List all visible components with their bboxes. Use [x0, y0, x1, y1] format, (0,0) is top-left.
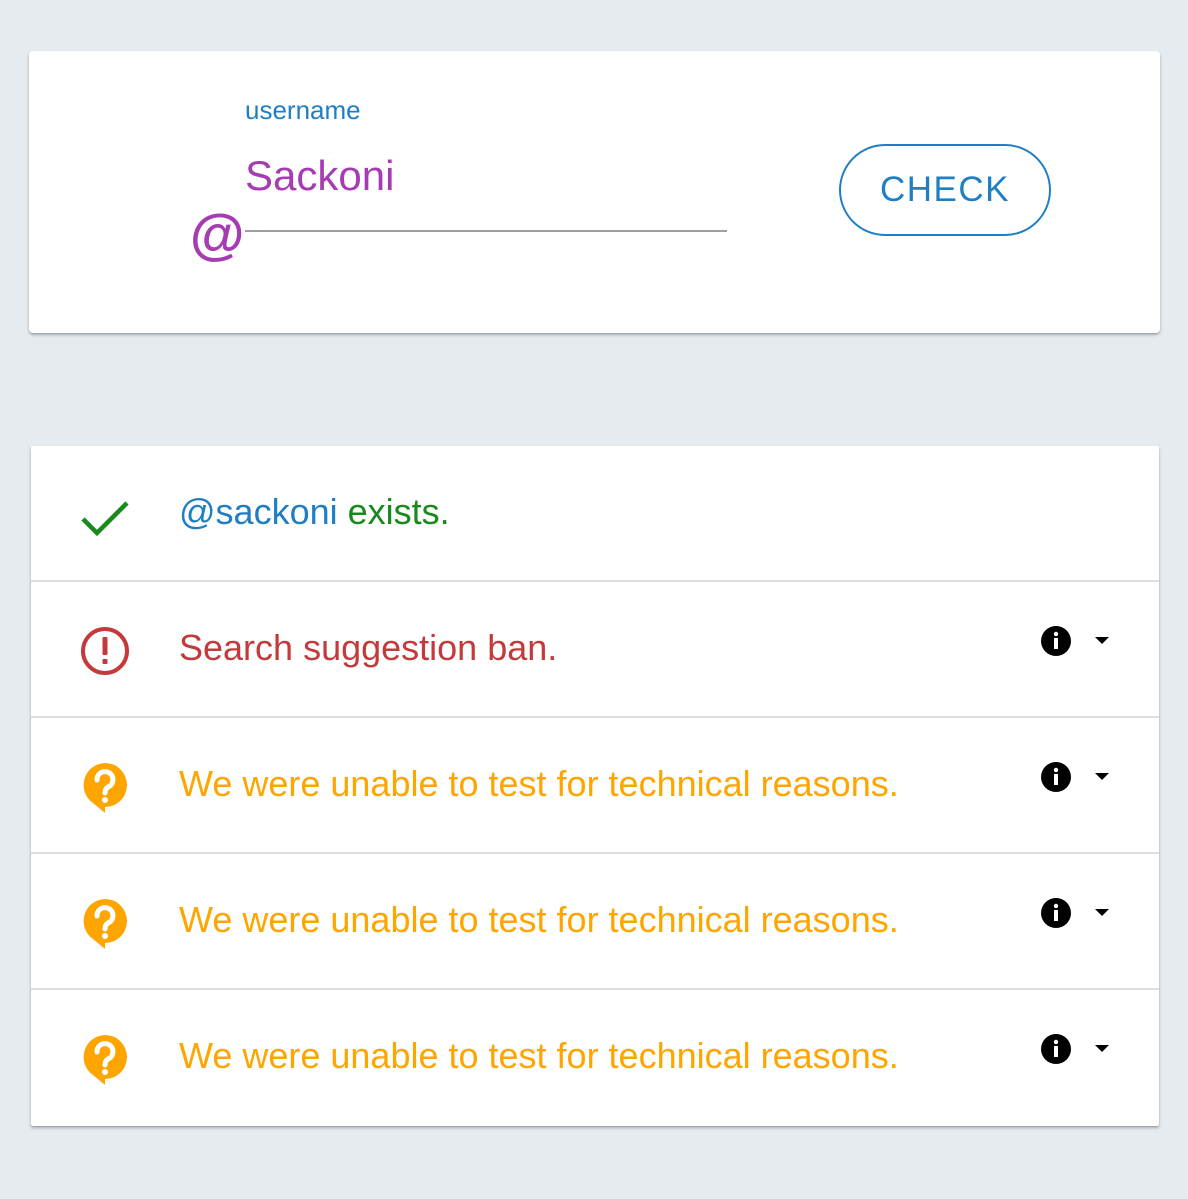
result-message: exists. — [337, 491, 450, 532]
checkmark-icon — [81, 501, 129, 537]
result-row-exists: @sackoni exists. — [31, 446, 1159, 582]
info-icon[interactable] — [1041, 626, 1071, 656]
alert-circle-icon — [81, 627, 129, 675]
results-card: @sackoni exists. Search suggestion ban. … — [31, 446, 1159, 1126]
result-text: Search suggestion ban. — [179, 627, 558, 668]
at-sign-icon: @ — [189, 203, 244, 266]
info-icon[interactable] — [1041, 1034, 1071, 1064]
question-bubble-icon — [83, 899, 127, 949]
result-handle: @sackoni — [179, 491, 338, 532]
result-text: We were unable to test for technical rea… — [179, 1035, 899, 1076]
username-search-card: @ username Sackoni CHECK — [29, 51, 1160, 333]
username-field-label: username — [245, 95, 361, 125]
result-row-technical-3[interactable]: We were unable to test for technical rea… — [31, 990, 1159, 1126]
chevron-down-icon[interactable] — [1094, 906, 1110, 918]
chevron-down-icon[interactable] — [1094, 1042, 1110, 1054]
question-bubble-icon — [83, 1035, 127, 1085]
result-text: We were unable to test for technical rea… — [179, 763, 899, 804]
info-icon[interactable] — [1041, 762, 1071, 792]
result-row-technical-1[interactable]: We were unable to test for technical rea… — [31, 718, 1159, 854]
question-bubble-icon — [83, 763, 127, 813]
chevron-down-icon[interactable] — [1094, 770, 1110, 782]
info-icon[interactable] — [1041, 898, 1071, 928]
result-text: We were unable to test for technical rea… — [179, 899, 899, 940]
result-row-search-suggestion-ban[interactable]: Search suggestion ban. — [31, 582, 1159, 718]
result-text-exists: @sackoni exists. — [179, 492, 450, 532]
result-row-technical-2[interactable]: We were unable to test for technical rea… — [31, 854, 1159, 990]
chevron-down-icon[interactable] — [1094, 634, 1110, 646]
check-button[interactable]: CHECK — [839, 144, 1051, 236]
username-input[interactable]: Sackoni — [245, 155, 727, 232]
